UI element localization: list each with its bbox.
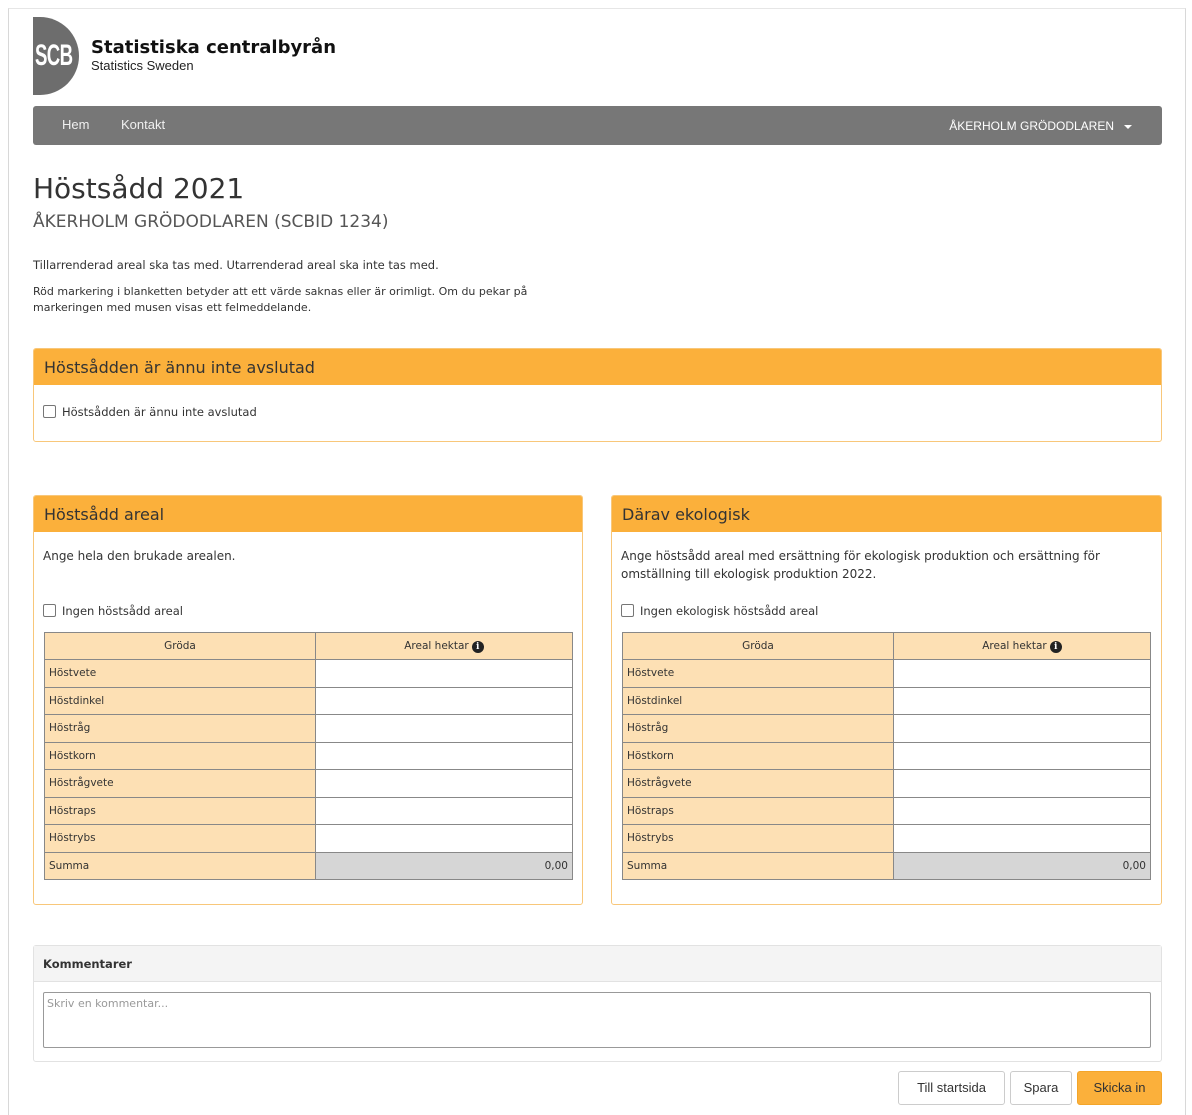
crop-name: Höstraps	[44, 796, 316, 825]
table-row: Höstvete	[44, 659, 573, 688]
sum-value: 0,00	[315, 851, 573, 880]
crop-name: Höstråg	[44, 714, 316, 743]
table-row: Höstvete	[622, 659, 1151, 688]
table-row: Höstdinkel	[622, 686, 1151, 715]
crop-name: Höstvete	[44, 659, 316, 688]
page-title: Höstsådd 2021	[33, 172, 245, 205]
crop-name: Höstråg	[622, 714, 894, 743]
comments-heading: Kommentarer	[34, 946, 1161, 982]
sown-area-heading: Höstsådd areal	[34, 496, 582, 532]
not-finished-panel: Höstsådden är ännu inte avslutad Höstsåd…	[33, 348, 1162, 442]
column-header-crop: Gröda	[622, 632, 894, 660]
crop-name: Höstvete	[622, 659, 894, 688]
table-row: Höstkorn	[44, 741, 573, 770]
submit-button[interactable]: Skicka in	[1077, 1071, 1162, 1105]
sown-area-description: Ange hela den brukade arealen.	[43, 549, 236, 563]
caret-down-icon	[1124, 124, 1132, 129]
nav-link-contact[interactable]: Kontakt	[121, 117, 165, 132]
info-icon[interactable]: i	[1049, 640, 1062, 653]
sum-row: Summa 0,00	[622, 851, 1151, 880]
area-input[interactable]	[315, 686, 573, 715]
no-sown-area-checkbox-row[interactable]: Ingen höstsådd areal	[43, 604, 183, 618]
table-row: Höstrybs	[622, 824, 1151, 853]
logo-mark-text: SCB	[35, 39, 73, 72]
no-sown-area-checkbox-label: Ingen höstsådd areal	[62, 604, 183, 618]
area-input[interactable]	[315, 741, 573, 770]
organic-description: Ange höstsådd areal med ersättning för e…	[621, 549, 1100, 581]
table-row: Höstråg	[44, 714, 573, 743]
crop-name: Höstraps	[622, 796, 894, 825]
navbar: Hem Kontakt ÅKERHOLM GRÖDODLAREN	[33, 106, 1162, 145]
not-finished-checkbox-row[interactable]: Höstsådden är ännu inte avslutad	[43, 405, 257, 419]
column-header-area-label: Areal hektar	[982, 639, 1047, 652]
organic-table: Gröda Areal hektar i Höstvete Höstdinkel Hö…	[622, 632, 1151, 880]
table-row: Höstråg	[622, 714, 1151, 743]
no-organic-area-checkbox[interactable]	[621, 604, 634, 617]
column-header-area: Areal hektar i	[315, 632, 573, 660]
area-input[interactable]	[315, 796, 573, 825]
table-row: Höstkorn	[622, 741, 1151, 770]
area-input[interactable]	[315, 714, 573, 743]
area-input[interactable]	[893, 686, 1151, 715]
table-row: Höstrågvete	[622, 769, 1151, 798]
sown-area-table: Gröda Areal hektar i Höstvete Höstdinkel Hö…	[44, 632, 573, 880]
area-input[interactable]	[315, 659, 573, 688]
crop-name: Höstrybs	[622, 824, 894, 853]
crop-name: Höstrybs	[44, 824, 316, 853]
home-button[interactable]: Till startsida	[898, 1071, 1005, 1105]
table-row: Höstrybs	[44, 824, 573, 853]
area-input[interactable]	[893, 824, 1151, 853]
intro-text-2: Röd markering i blanketten betyder att e…	[33, 285, 528, 314]
intro-text-1: Tillarrenderad areal ska tas med. Utarre…	[33, 258, 439, 272]
sum-value: 0,00	[893, 851, 1151, 880]
crop-name: Höstdinkel	[44, 686, 316, 715]
organic-heading: Därav ekologisk	[612, 496, 1161, 532]
not-finished-checkbox[interactable]	[43, 405, 56, 418]
crop-name: Höstdinkel	[622, 686, 894, 715]
sown-area-panel: Höstsådd areal Ange hela den brukade are…	[33, 495, 583, 905]
column-header-area-label: Areal hektar	[404, 639, 469, 652]
area-input[interactable]	[893, 741, 1151, 770]
area-input[interactable]	[315, 824, 573, 853]
scb-logo[interactable]: SCB Statistiska centralbyrån Statistics …	[33, 17, 353, 95]
column-header-crop: Gröda	[44, 632, 316, 660]
page-subtitle: ÅKERHOLM GRÖDODLAREN (SCBID 1234)	[33, 212, 389, 232]
area-input[interactable]	[893, 659, 1151, 688]
crop-name: Höstkorn	[44, 741, 316, 770]
comments-panel: Kommentarer Skriv en kommentar...	[33, 945, 1162, 1062]
table-row: Höstraps	[44, 796, 573, 825]
scb-logo-mark: SCB	[33, 17, 79, 95]
no-organic-area-checkbox-row[interactable]: Ingen ekologisk höstsådd areal	[621, 604, 818, 618]
not-finished-checkbox-label: Höstsådden är ännu inte avslutad	[62, 405, 257, 419]
user-menu-dropdown[interactable]: ÅKERHOLM GRÖDODLAREN	[949, 119, 1132, 133]
crop-name: Höstrågvete	[44, 769, 316, 798]
sum-label: Summa	[622, 851, 894, 880]
sum-row: Summa 0,00	[44, 851, 573, 880]
column-header-area: Areal hektar i	[893, 632, 1151, 660]
table-row: Höstraps	[622, 796, 1151, 825]
area-input[interactable]	[893, 769, 1151, 798]
no-organic-area-checkbox-label: Ingen ekologisk höstsådd areal	[640, 604, 819, 618]
crop-name: Höstkorn	[622, 741, 894, 770]
area-input[interactable]	[315, 769, 573, 798]
save-button[interactable]: Spara	[1010, 1071, 1072, 1105]
organic-panel: Därav ekologisk Ange höstsådd areal med …	[611, 495, 1162, 905]
crop-name: Höstrågvete	[622, 769, 894, 798]
org-name: Statistiska centralbyrån	[91, 37, 337, 58]
comment-textarea[interactable]: Skriv en kommentar...	[43, 992, 1151, 1048]
info-icon[interactable]: i	[471, 640, 484, 653]
table-row: Höstdinkel	[44, 686, 573, 715]
area-input[interactable]	[893, 714, 1151, 743]
not-finished-heading: Höstsådden är ännu inte avslutad	[34, 349, 1161, 385]
area-input[interactable]	[893, 796, 1151, 825]
user-menu-label: ÅKERHOLM GRÖDODLAREN	[949, 119, 1114, 133]
nav-link-home[interactable]: Hem	[62, 117, 89, 132]
table-row: Höstrågvete	[44, 769, 573, 798]
org-name-en: Statistics Sweden	[91, 58, 194, 73]
sum-label: Summa	[44, 851, 316, 880]
no-sown-area-checkbox[interactable]	[43, 604, 56, 617]
